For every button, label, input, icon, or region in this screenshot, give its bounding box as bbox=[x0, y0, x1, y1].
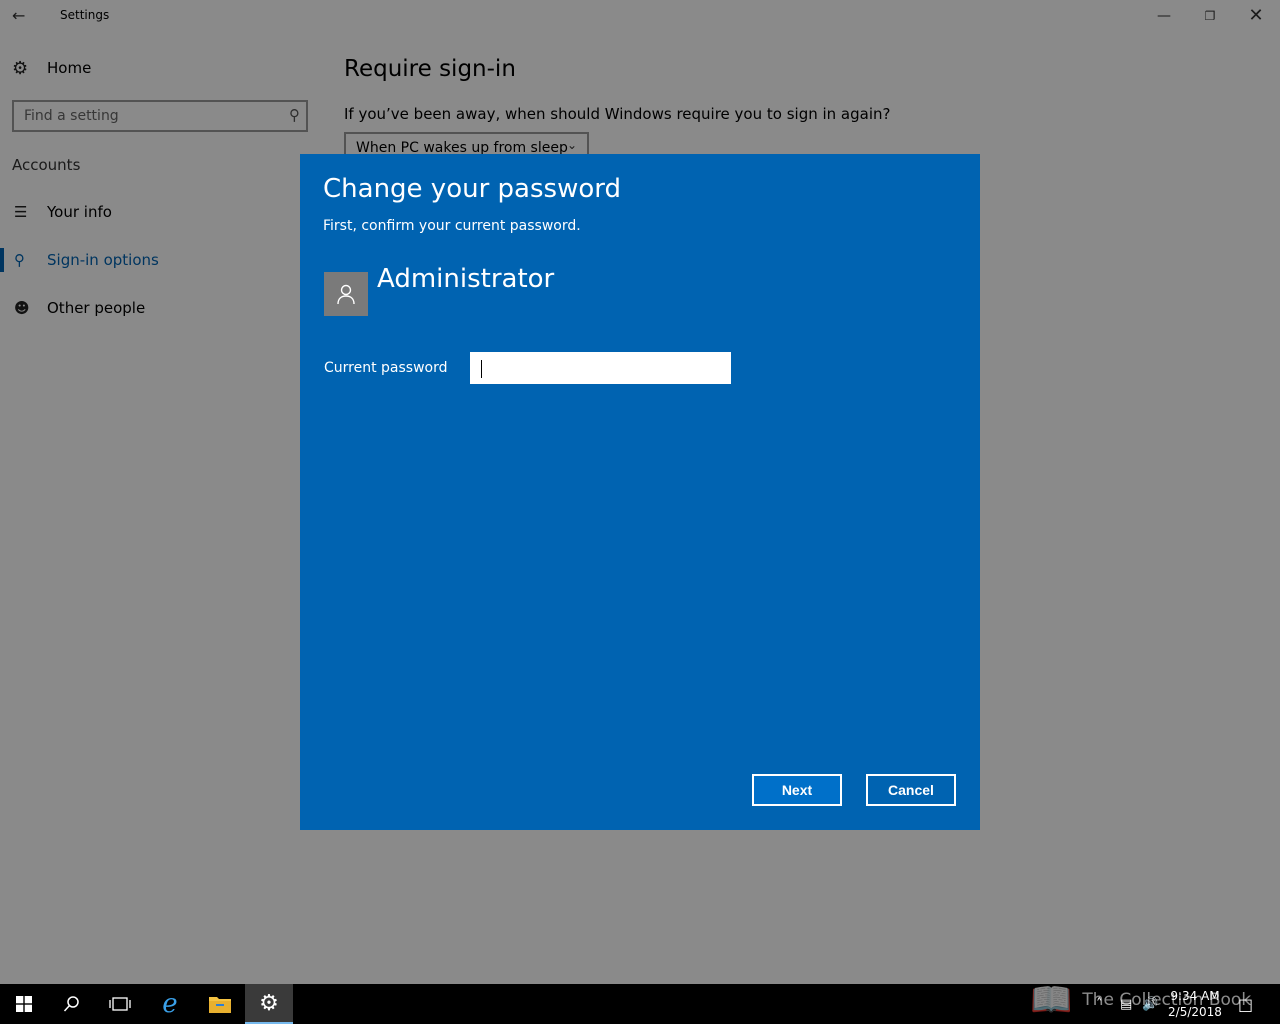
windows-start-icon[interactable] bbox=[0, 984, 48, 1024]
ie-glyph: e bbox=[162, 989, 178, 1019]
internet-explorer-icon[interactable]: e bbox=[146, 984, 194, 1024]
current-password-field[interactable] bbox=[470, 352, 731, 384]
windows-logo bbox=[16, 996, 32, 1012]
username: Administrator bbox=[377, 264, 555, 294]
folder-glyph bbox=[209, 997, 231, 1013]
next-button[interactable]: Next bbox=[752, 774, 842, 806]
watermark: 📖 The Collection Book bbox=[1030, 976, 1270, 1024]
change-password-dialog: Change your password First, confirm your… bbox=[300, 154, 980, 830]
avatar bbox=[324, 272, 368, 316]
task-view-icon[interactable] bbox=[96, 984, 144, 1024]
dialog-subtitle: First, confirm your current password. bbox=[323, 218, 581, 234]
watermark-text: The Collection Book bbox=[1082, 990, 1252, 1010]
gear-glyph: ⚙ bbox=[259, 990, 279, 1016]
book-icon: 📖 bbox=[1030, 980, 1073, 1020]
cancel-button[interactable]: Cancel bbox=[866, 774, 956, 806]
magnifier-glyph bbox=[63, 996, 79, 1012]
settings-gear-icon[interactable]: ⚙ bbox=[245, 984, 293, 1024]
user-icon bbox=[337, 284, 355, 305]
dialog-title: Change your password bbox=[323, 174, 621, 204]
search-icon[interactable] bbox=[48, 984, 96, 1024]
file-explorer-icon[interactable] bbox=[196, 984, 244, 1024]
task-view-glyph bbox=[109, 997, 131, 1011]
current-password-label: Current password bbox=[324, 360, 448, 376]
text-caret bbox=[481, 360, 482, 378]
